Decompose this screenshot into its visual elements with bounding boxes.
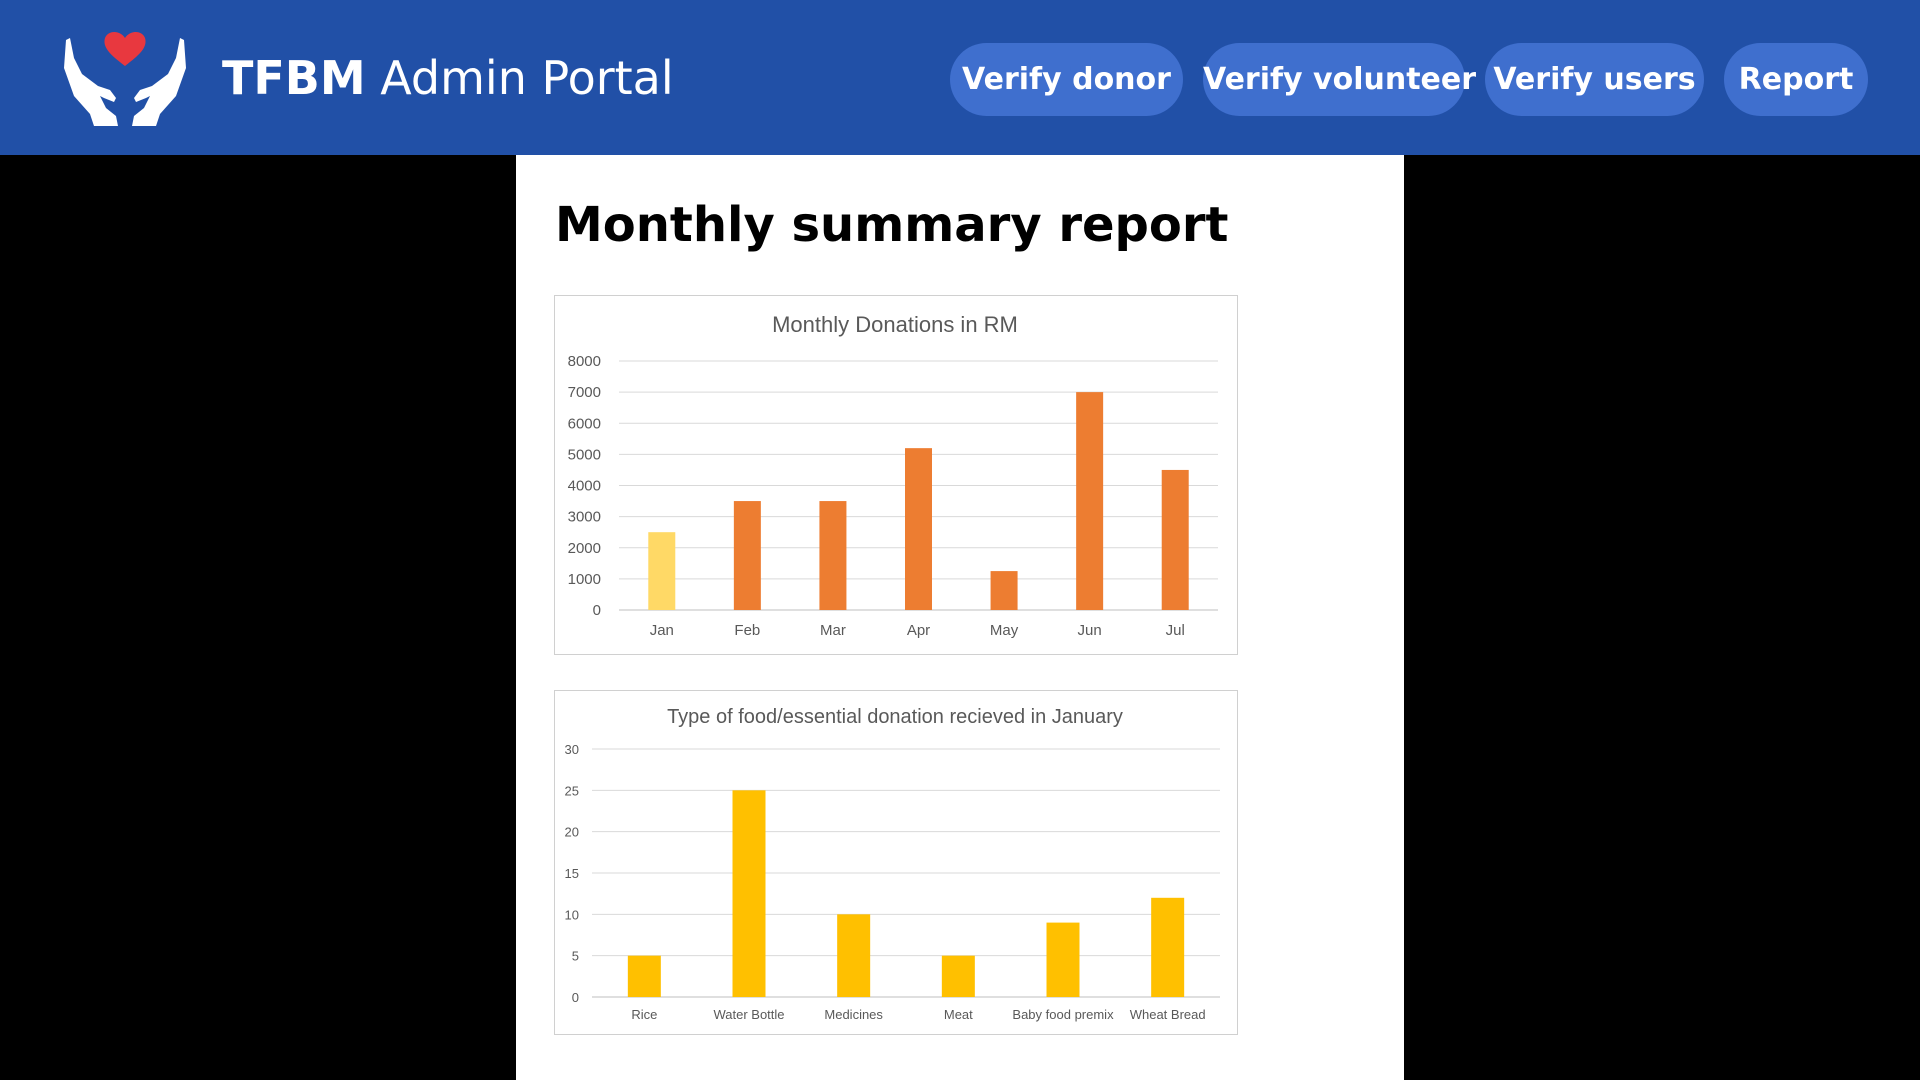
bar-baby-food-premix: [1046, 922, 1080, 997]
bar-jul: [1161, 469, 1189, 610]
app-title-rest: Admin Portal: [380, 51, 674, 105]
x-tick-label: Medicines: [824, 1007, 883, 1022]
bar-wheat-bread: [1151, 897, 1185, 997]
x-tick-label: Jul: [1166, 622, 1185, 639]
report-button[interactable]: Report: [1724, 43, 1868, 116]
x-tick-label: Mar: [820, 622, 846, 639]
january-donation-types-chart: Type of food/essential donation recieved…: [554, 690, 1238, 1035]
x-tick-label: Apr: [907, 622, 930, 639]
bar-rice: [627, 955, 661, 997]
verify-volunteer-button[interactable]: Verify volunteer: [1203, 43, 1476, 116]
hands-heart-icon: [64, 32, 186, 126]
y-tick-label: 10: [565, 907, 579, 922]
bar-apr: [905, 448, 932, 610]
y-tick-label: 7000: [568, 384, 601, 401]
verify-users-button[interactable]: Verify users: [1485, 43, 1704, 116]
report-panel: Monthly summary report Monthly Donations…: [516, 155, 1404, 1080]
y-tick-label: 8000: [568, 353, 601, 370]
bar-jan: [648, 532, 676, 610]
bar-jun: [1076, 392, 1104, 610]
bar-water-bottle: [732, 790, 766, 997]
bar-medicines: [837, 914, 871, 997]
y-tick-label: 1000: [568, 571, 601, 588]
monthly-donations-chart: Monthly Donations in RM 0 1000 2000 3000 4000…: [554, 295, 1238, 655]
x-tick-label: Baby food premix: [1012, 1007, 1114, 1022]
y-tick-label: 3000: [568, 509, 601, 526]
app-title-bold: TFBM: [222, 51, 366, 105]
january-donation-types-chart-svg: Type of food/essential donation recieved…: [565, 706, 1220, 1022]
y-tick-label: 6000: [568, 415, 601, 432]
y-tick-label: 25: [565, 783, 579, 798]
bar-meat: [941, 955, 975, 997]
y-tick-label: 2000: [568, 540, 601, 557]
x-tick-label: Meat: [944, 1007, 973, 1022]
y-tick-label: 0: [572, 990, 579, 1005]
chart-title: Monthly Donations in RM: [772, 312, 1018, 337]
x-tick-label: Feb: [734, 622, 760, 639]
y-tick-label: 5000: [568, 446, 601, 463]
y-tick-label: 0: [593, 602, 601, 619]
page-title: Monthly summary report: [555, 197, 1229, 253]
y-tick-label: 20: [565, 825, 579, 840]
x-tick-label: Rice: [631, 1007, 657, 1022]
app-header: TFBM Admin Portal Verify donor Verify vo…: [0, 0, 1920, 155]
y-tick-label: 4000: [568, 478, 601, 495]
x-tick-label: Water Bottle: [713, 1007, 784, 1022]
bar-mar: [819, 501, 847, 610]
x-tick-label: May: [990, 622, 1019, 639]
verify-donor-button[interactable]: Verify donor: [950, 43, 1183, 116]
x-tick-label: Wheat Bread: [1130, 1007, 1206, 1022]
y-tick-label: 5: [572, 949, 579, 964]
bar-may: [990, 571, 1018, 610]
x-tick-label: Jun: [1078, 622, 1102, 639]
y-tick-label: 30: [565, 742, 579, 757]
monthly-donations-chart-svg: Monthly Donations in RM 0 1000 2000 3000 4000…: [568, 312, 1218, 639]
bar-feb: [733, 501, 761, 610]
app-title: TFBM Admin Portal: [222, 50, 674, 106]
y-tick-label: 15: [565, 866, 579, 881]
x-tick-label: Jan: [650, 622, 674, 639]
chart-title: Type of food/essential donation recieved…: [667, 706, 1123, 728]
